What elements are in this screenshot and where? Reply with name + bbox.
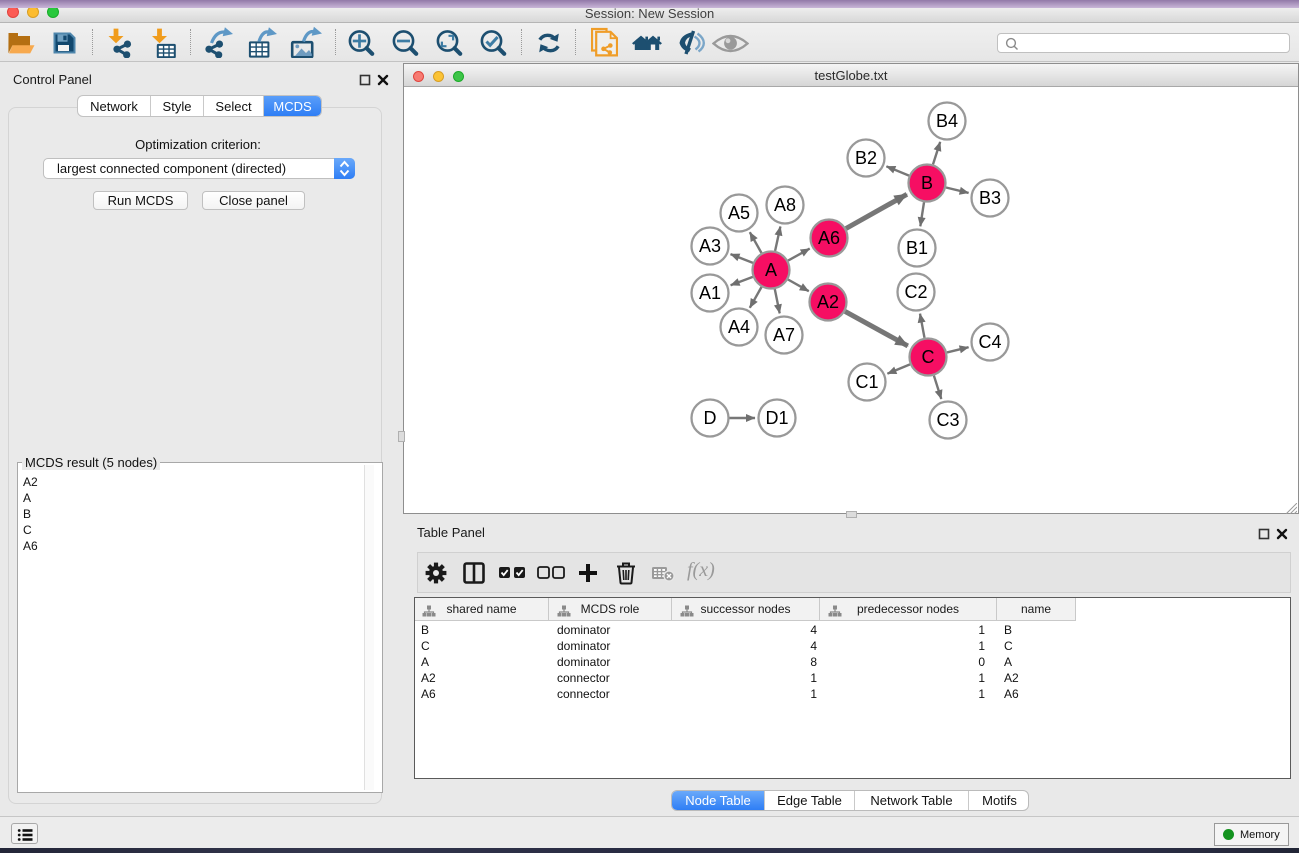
svg-text:C2: C2 [904, 282, 927, 302]
svg-text:B2: B2 [855, 148, 877, 168]
svg-text:D1: D1 [765, 408, 788, 428]
svg-text:A1: A1 [699, 283, 721, 303]
svg-text:C4: C4 [978, 332, 1001, 352]
svg-text:C3: C3 [936, 410, 959, 430]
svg-text:A4: A4 [728, 317, 750, 337]
svg-text:A: A [765, 260, 777, 280]
svg-text:C: C [922, 347, 935, 367]
svg-text:C1: C1 [855, 372, 878, 392]
svg-text:B3: B3 [979, 188, 1001, 208]
svg-text:D: D [704, 408, 717, 428]
svg-text:B: B [921, 173, 933, 193]
svg-text:A6: A6 [818, 228, 840, 248]
svg-text:A7: A7 [773, 325, 795, 345]
svg-text:B4: B4 [936, 111, 958, 131]
svg-text:B1: B1 [906, 238, 928, 258]
svg-text:A3: A3 [699, 236, 721, 256]
svg-text:A2: A2 [817, 292, 839, 312]
svg-text:A8: A8 [774, 195, 796, 215]
svg-text:A5: A5 [728, 203, 750, 223]
